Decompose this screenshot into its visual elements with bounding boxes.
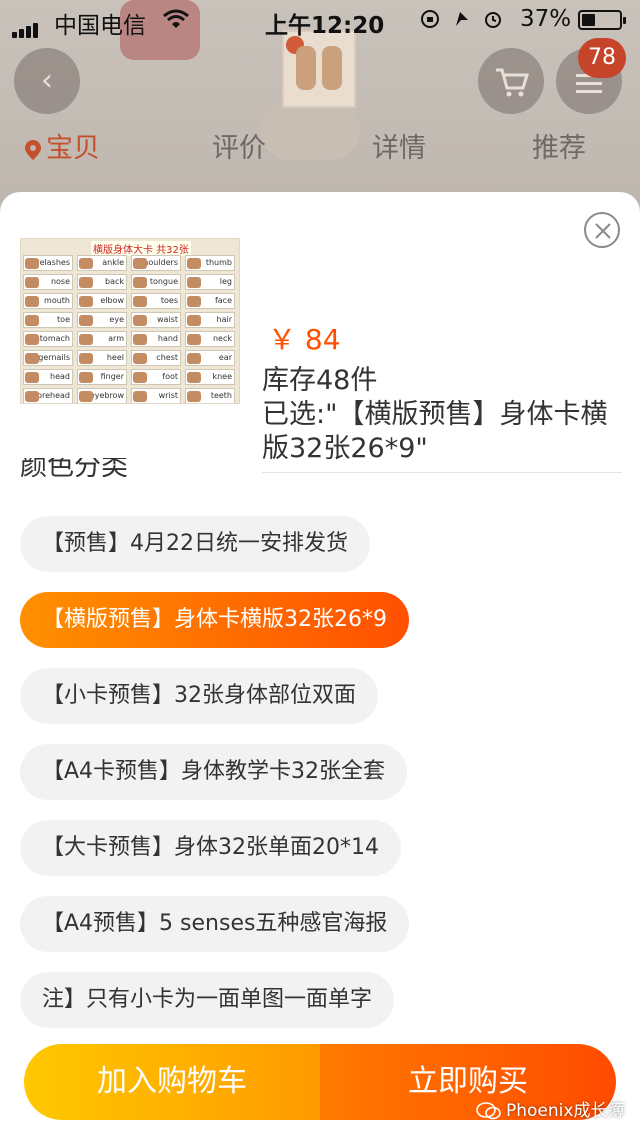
product-image-word-card: back	[77, 274, 127, 290]
status-time: 上午12:20	[265, 13, 385, 39]
product-image[interactable]: 横版身体大卡 共32张 eyelashes ankle shoulders thumb…	[20, 238, 240, 404]
option-section-title: 颜色分类	[20, 458, 128, 482]
product-stock: 库存48件	[262, 365, 378, 396]
watermark: Phoenix成长簿	[476, 1096, 624, 1121]
cart-button[interactable]	[478, 48, 544, 114]
product-image-title: 横版身体大卡 共32张	[91, 241, 191, 256]
product-image-word-card: elbow	[77, 293, 127, 309]
product-image-word-card: head	[23, 369, 73, 385]
product-image-word-card: hand	[131, 331, 181, 347]
close-button[interactable]	[584, 212, 620, 248]
product-image-word-card: wrist	[131, 388, 181, 403]
product-image-word-card: neck	[185, 331, 235, 347]
wechat-icon	[476, 1102, 501, 1120]
product-image-word-card: foot	[131, 369, 181, 385]
option-chip[interactable]: 【大卡预售】身体32张单面20*14	[20, 820, 401, 876]
product-image-word-card: shoulders	[131, 255, 181, 271]
product-image-word-card: toes	[131, 293, 181, 309]
battery-icon	[578, 10, 626, 30]
product-image-word-card: ankle	[77, 255, 127, 271]
alarm-icon	[485, 12, 501, 28]
cart-count-badge: 78	[578, 38, 626, 78]
tab-label: 评价	[212, 133, 266, 164]
battery-percent: 37%	[520, 6, 572, 32]
option-chip[interactable]: 【A4卡预售】身体教学卡32张全套	[20, 744, 408, 800]
selected-variant: 已选:"【横版预售】身体卡横版32张26*9"	[262, 399, 608, 464]
product-image-word-card: heel	[77, 350, 127, 366]
product-image-word-card: teeth	[185, 388, 235, 403]
rotation-lock-icon	[421, 10, 439, 28]
product-image-word-card: forehead	[23, 388, 73, 403]
divider	[262, 472, 622, 473]
product-image-word-card: hair	[185, 312, 235, 328]
location-pin-icon	[25, 139, 41, 160]
product-image-word-card: toe	[23, 312, 73, 328]
product-image-word-card: finger	[77, 369, 127, 385]
background-tabs: 宝贝 评价 详情 推荐	[0, 126, 640, 176]
option-chip[interactable]: 【A4预售】5 senses五种感官海报	[20, 896, 410, 952]
background-product-thumbnail	[282, 30, 356, 108]
cart-icon	[478, 48, 544, 114]
tab-item[interactable]: 评价	[212, 126, 266, 165]
product-image-word-card: stomach	[23, 331, 73, 347]
location-arrow-icon	[456, 12, 468, 26]
tab-label: 宝贝	[46, 133, 100, 164]
product-image-word-card: fingernails	[23, 350, 73, 366]
wifi-icon	[162, 8, 190, 36]
product-image-word-card: eyelashes	[23, 255, 73, 271]
tab-label: 推荐	[532, 133, 586, 164]
signal-icon	[12, 12, 40, 38]
status-bar: 中国电信 上午12:20 37%	[0, 0, 640, 40]
add-to-cart-button[interactable]: 加入购物车	[24, 1044, 320, 1120]
product-image-word-card: eyebrow	[77, 388, 127, 403]
close-icon	[595, 223, 611, 239]
tab-item[interactable]: 宝贝	[24, 126, 100, 165]
option-chip-selected[interactable]: 【横版预售】身体卡横版32张26*9	[20, 592, 409, 648]
product-image-word-card: face	[185, 293, 235, 309]
status-icons	[420, 6, 516, 38]
product-image-word-card: tongue	[131, 274, 181, 290]
option-chip[interactable]: 注】只有小卡为一面单图一面单字	[20, 972, 395, 1028]
product-image-word-card: leg	[185, 274, 235, 290]
product-image-word-card: chest	[131, 350, 181, 366]
product-price: ￥ 84	[268, 323, 341, 356]
tab-item[interactable]: 详情	[372, 126, 426, 165]
option-chip[interactable]: 【预售】4月22日统一安排发货	[20, 516, 370, 572]
chevron-left-icon: ‹	[41, 63, 53, 98]
carrier-name: 中国电信	[54, 13, 146, 39]
product-image-word-card: arm	[77, 331, 127, 347]
tab-item[interactable]: 推荐	[532, 126, 586, 165]
product-image-word-card: thumb	[185, 255, 235, 271]
product-image-word-card: knee	[185, 369, 235, 385]
product-image-word-card: eye	[77, 312, 127, 328]
tab-label: 详情	[372, 133, 426, 164]
option-chip[interactable]: 【小卡预售】32张身体部位双面	[20, 668, 378, 724]
product-image-word-card: nose	[23, 274, 73, 290]
product-image-word-card: waist	[131, 312, 181, 328]
product-image-word-card: ear	[185, 350, 235, 366]
back-button[interactable]: ‹	[14, 48, 80, 114]
product-image-word-card: mouth	[23, 293, 73, 309]
